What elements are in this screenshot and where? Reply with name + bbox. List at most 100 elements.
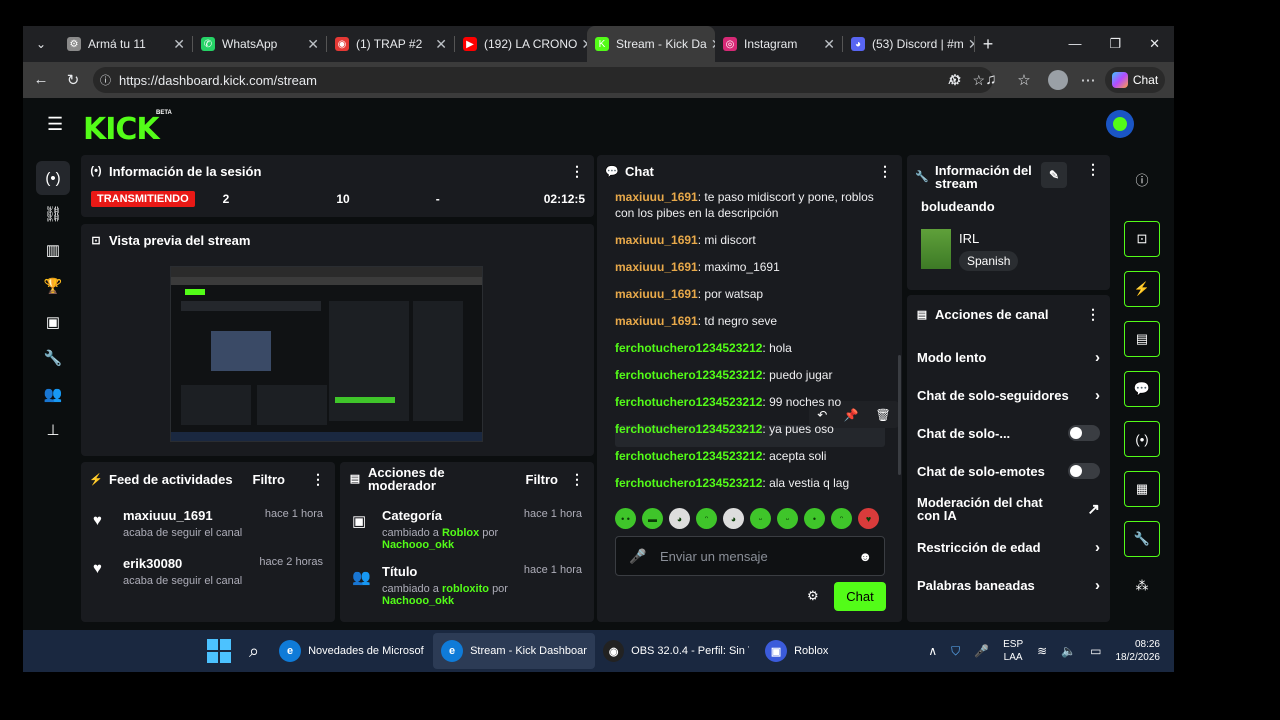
feed-username[interactable]: erik30080 <box>123 556 242 571</box>
close-tab-icon[interactable]: ✕ <box>707 36 715 53</box>
send-chat-button[interactable]: Chat <box>834 582 886 611</box>
bolt-widget-icon[interactable]: ⚡ <box>1124 271 1160 307</box>
channel-action-item[interactable]: Chat de solo-seguidores › <box>907 376 1110 414</box>
emote-icon[interactable]: ᵔ <box>696 508 717 529</box>
emote-icon[interactable]: ᵕ <box>777 508 798 529</box>
chat-username[interactable]: ferchotuchero1234523212 <box>615 341 762 355</box>
close-tab-icon[interactable]: ✕ <box>577 36 587 53</box>
chat-message[interactable]: maxiuuu_1691: por watsap <box>615 286 885 302</box>
chat-username[interactable]: maxiuuu_1691 <box>615 287 698 301</box>
chat-message[interactable]: ferchotuchero1234523212: 99 noches no <box>615 394 885 410</box>
favorites-icon[interactable]: ☆ <box>1015 71 1033 89</box>
video-nav-icon[interactable]: ▣ <box>36 305 70 339</box>
copilot-button[interactable]: Chat <box>1105 67 1165 93</box>
taskbar-app[interactable]: e Novedades de Microsof <box>271 633 433 669</box>
chat-message[interactable]: ferchotuchero1234523212: acepta soli <box>615 448 885 464</box>
avatar[interactable] <box>1106 110 1134 138</box>
session-menu-icon[interactable]: ⋮ <box>570 163 584 180</box>
maximize-icon[interactable]: ❐ <box>1109 36 1121 52</box>
windows-start-icon[interactable] <box>207 639 231 663</box>
language-indicator[interactable]: ESP LAA <box>1003 638 1023 664</box>
hamburger-menu-icon[interactable]: ☰ <box>47 114 63 135</box>
feed-filter-button[interactable]: Filtro <box>253 472 286 487</box>
analytics-nav-icon[interactable]: ▥ <box>36 233 70 267</box>
shapes-icon[interactable]: ⁂ <box>1124 571 1160 601</box>
browser-essentials-icon[interactable]: ♫ <box>982 71 1000 88</box>
tab-4[interactable]: ▶ (192) LA CRONO✕ <box>455 26 587 62</box>
close-window-icon[interactable]: ✕ <box>1149 36 1160 52</box>
taskbar-app[interactable]: ◉ OBS 32.0.4 - Perfil: Sin T <box>595 633 757 669</box>
taskbar-app[interactable]: ▣ Roblox <box>757 633 849 669</box>
link-nav-icon[interactable]: ⛓ <box>36 197 70 231</box>
emote-icon[interactable]: ◕ <box>669 508 690 529</box>
channel-action-item[interactable]: Restricción de edad › <box>907 528 1110 566</box>
chat-message[interactable]: maxiuuu_1691: te paso midiscort y pone, … <box>615 189 885 221</box>
chat-username[interactable]: maxiuuu_1691 <box>615 233 698 247</box>
tab-1[interactable]: ⚙ Armá tu 11 ✕ <box>59 26 193 62</box>
chat-menu-icon[interactable]: ⋮ <box>878 163 892 180</box>
channel-action-item[interactable]: Moderación del chat con IA ↗ <box>907 490 1110 528</box>
emote-icon[interactable]: ♥ <box>858 508 879 529</box>
close-tab-icon[interactable]: ✕ <box>303 36 319 53</box>
url-field[interactable]: ⓘ https://dashboard.kick.com/stream Aᐩ ☆ <box>93 67 993 93</box>
chat-username[interactable]: maxiuuu_1691 <box>615 260 698 274</box>
tab-6[interactable]: ◎ Instagram ✕ <box>715 26 843 62</box>
chat-message[interactable]: maxiuuu_1691: maximo_1691 <box>615 259 885 275</box>
emote-icon[interactable]: • <box>804 508 825 529</box>
emote-icon[interactable]: • • <box>615 508 636 529</box>
emote-icon[interactable]: ᵔ <box>831 508 852 529</box>
emote-icon[interactable]: ▬ <box>642 508 663 529</box>
stream-info-menu-icon[interactable]: ⋮ <box>1086 162 1100 176</box>
chat-username[interactable]: ferchotuchero1234523212 <box>615 368 762 382</box>
clock[interactable]: 08:26 18/2/2026 <box>1116 638 1161 664</box>
category-thumbnail[interactable] <box>921 229 951 269</box>
taskbar-app[interactable]: e Stream - Kick Dashboar <box>433 633 596 669</box>
chat-widget-icon[interactable]: 💬 <box>1124 371 1160 407</box>
chat-scrollbar[interactable] <box>898 355 901 475</box>
emote-icon[interactable]: ᵕ <box>750 508 771 529</box>
chat-message[interactable]: ferchotuchero1234523212: puedo jugar <box>615 367 885 383</box>
chat-username[interactable]: maxiuuu_1691 <box>615 314 698 328</box>
toggle-switch[interactable] <box>1068 463 1100 479</box>
toggle-switch[interactable] <box>1068 425 1100 441</box>
microphone-tray-icon[interactable]: 🎤 <box>974 644 989 658</box>
chat-message[interactable]: ferchotuchero1234523212: hola <box>615 340 885 356</box>
chat-username[interactable]: ferchotuchero1234523212 <box>615 476 762 490</box>
wifi-icon[interactable]: ≋ <box>1037 644 1047 658</box>
chat-settings-icon[interactable]: ⚙ <box>807 588 819 604</box>
search-icon[interactable]: ⌕ <box>249 641 259 662</box>
close-tab-icon[interactable]: ✕ <box>431 36 447 53</box>
preview-widget-icon[interactable]: ⊡ <box>1124 221 1160 257</box>
chat-username[interactable]: ferchotuchero1234523212 <box>615 395 762 409</box>
profile-icon[interactable] <box>1048 70 1068 90</box>
channel-actions-menu-icon[interactable]: ⋮ <box>1086 306 1100 323</box>
chat-username[interactable]: ferchotuchero1234523212 <box>615 422 762 436</box>
layout-widget-icon[interactable]: ▦ <box>1124 471 1160 507</box>
mod-action-value[interactable]: robloxito <box>442 583 489 595</box>
edit-icon[interactable]: ✎ <box>1041 162 1067 188</box>
mod-filter-button[interactable]: Filtro <box>526 473 559 486</box>
mod-action-user[interactable]: Nachooo_okk <box>382 595 454 607</box>
tab-7[interactable]: ◕ (53) Discord | #m ✕ <box>843 26 975 62</box>
battery-icon[interactable]: ▭ <box>1090 644 1101 658</box>
kick-logo[interactable]: KICK <box>83 112 160 147</box>
info-icon[interactable]: ⓘ <box>1124 161 1160 197</box>
back-icon[interactable]: ← <box>32 71 50 88</box>
tab-5[interactable]: K Stream - Kick Da✕ <box>587 26 715 62</box>
mod-action-value[interactable]: Roblox <box>442 527 479 539</box>
emote-icon[interactable]: ◕ <box>723 508 744 529</box>
tab-3[interactable]: ◉ (1) TRAP #2 ✕ <box>327 26 455 62</box>
minimize-icon[interactable]: — <box>1068 36 1081 52</box>
channel-action-item[interactable]: Palabras baneadas › <box>907 566 1110 604</box>
broadcast-widget-icon[interactable]: (•) <box>1124 421 1160 457</box>
chat-message[interactable]: maxiuuu_1691: mi discort <box>615 232 885 248</box>
stream-nav-icon[interactable]: (•) <box>36 161 70 195</box>
microphone-icon[interactable]: 🎤 <box>616 548 660 565</box>
site-info-icon[interactable]: ⓘ <box>100 72 111 88</box>
stream-preview-video[interactable] <box>170 266 483 442</box>
feed-menu-icon[interactable]: ⋮ <box>311 471 325 488</box>
feed-username[interactable]: maxiuuu_1691 <box>123 508 242 523</box>
tray-chevron-icon[interactable]: ∧ <box>928 644 937 658</box>
channel-action-item[interactable]: Chat de solo-... <box>907 414 1110 452</box>
new-tab-button[interactable]: + <box>975 34 1001 55</box>
